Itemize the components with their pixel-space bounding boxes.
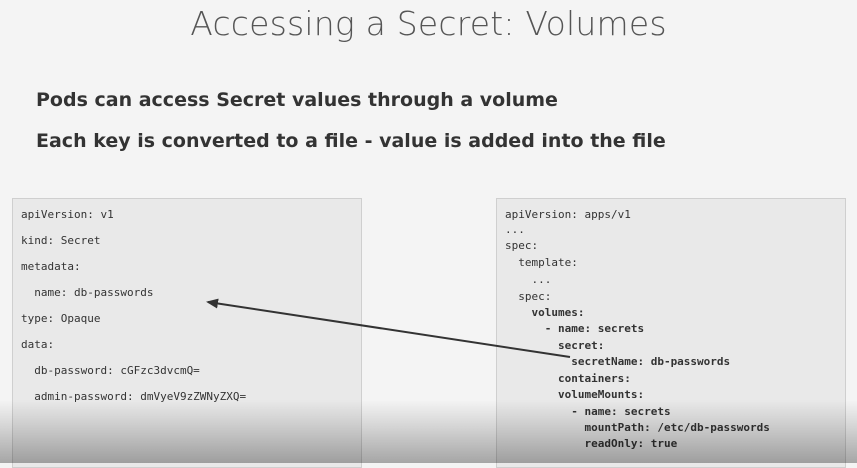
code-line: apiVersion: apps/v1 [505, 208, 631, 221]
code-line: ... [505, 273, 552, 286]
code-line: template: [505, 256, 578, 269]
code-line: spec: [505, 290, 552, 303]
code-line: mountPath: /etc/db-passwords [505, 421, 770, 434]
code-line: spec: [505, 239, 539, 252]
code-line: - name: secrets [505, 405, 671, 418]
code-line: containers: [505, 372, 631, 385]
code-line: volumes: [505, 306, 585, 319]
code-line: data: [21, 338, 55, 351]
bullet-key-to-file: Each key is converted to a file - value … [36, 130, 666, 152]
bullet-volume-access: Pods can access Secret values through a … [36, 89, 558, 111]
code-line: secret: [505, 339, 605, 352]
code-line: - name: secrets [505, 322, 645, 335]
secret-yaml-block: apiVersion: v1 kind: Secret metadata: na… [12, 198, 362, 468]
code-line: admin-password: dmVyeV9zZWNyZXQ= [21, 390, 247, 403]
code-line: ... [505, 223, 525, 236]
code-line-secret-name-ref: secretName: db-passwords [505, 355, 731, 368]
code-line: apiVersion: v1 [21, 208, 114, 221]
code-line: type: Opaque [21, 312, 101, 325]
code-line: readOnly: true [505, 437, 678, 450]
deployment-yaml-block: apiVersion: apps/v1 ... spec: template: … [496, 198, 846, 468]
code-line: volumeMounts: [505, 388, 645, 401]
code-line: metadata: [21, 260, 81, 273]
code-line: db-password: cGFzc3dvcmQ= [21, 364, 200, 377]
code-line: kind: Secret [21, 234, 101, 247]
code-line-secret-name: name: db-passwords [21, 286, 154, 299]
slide-title: Accessing a Secret: Volumes [190, 4, 667, 43]
